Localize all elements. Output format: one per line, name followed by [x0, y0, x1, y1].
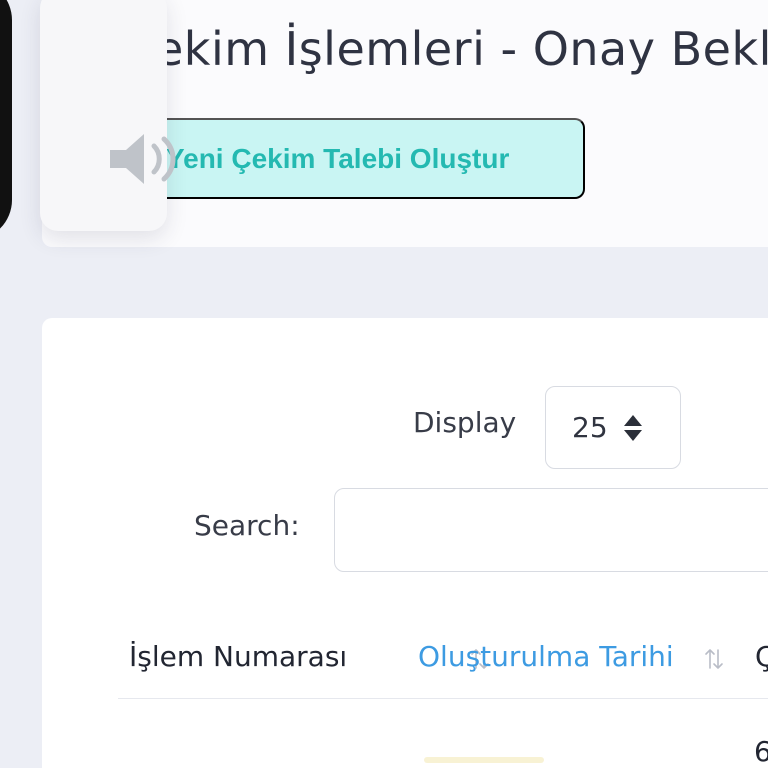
search-label: Search: [194, 509, 300, 542]
row-highlight [424, 757, 544, 763]
display-count-value: 25 [572, 411, 608, 444]
left-device-edge [0, 0, 12, 240]
page-title: ekim İşlemleri - Onay Bekli [155, 22, 768, 76]
display-count-select[interactable]: 25 [545, 386, 681, 469]
table-row-partial-value: 6 [754, 735, 768, 768]
sort-icon[interactable] [703, 644, 725, 674]
audio-overlay-panel [40, 0, 176, 231]
column-partial-next[interactable]: Ç [755, 640, 768, 673]
table-header-row: İşlem Numarası Oluşturulma Tarihi Ç [118, 620, 768, 699]
display-label: Display [413, 406, 517, 439]
search-input[interactable] [334, 488, 768, 572]
up-down-chevron-icon [623, 414, 642, 441]
column-transaction-number[interactable]: İşlem Numarası [129, 640, 347, 673]
create-withdrawal-request-button[interactable]: Yeni Çekim Talebi Oluştur [140, 118, 585, 199]
column-created-date[interactable]: Oluşturulma Tarihi [418, 640, 674, 673]
screen: ekim İşlemleri - Onay Bekli Yeni Çekim T… [0, 0, 768, 768]
speaker-icon [110, 134, 176, 184]
